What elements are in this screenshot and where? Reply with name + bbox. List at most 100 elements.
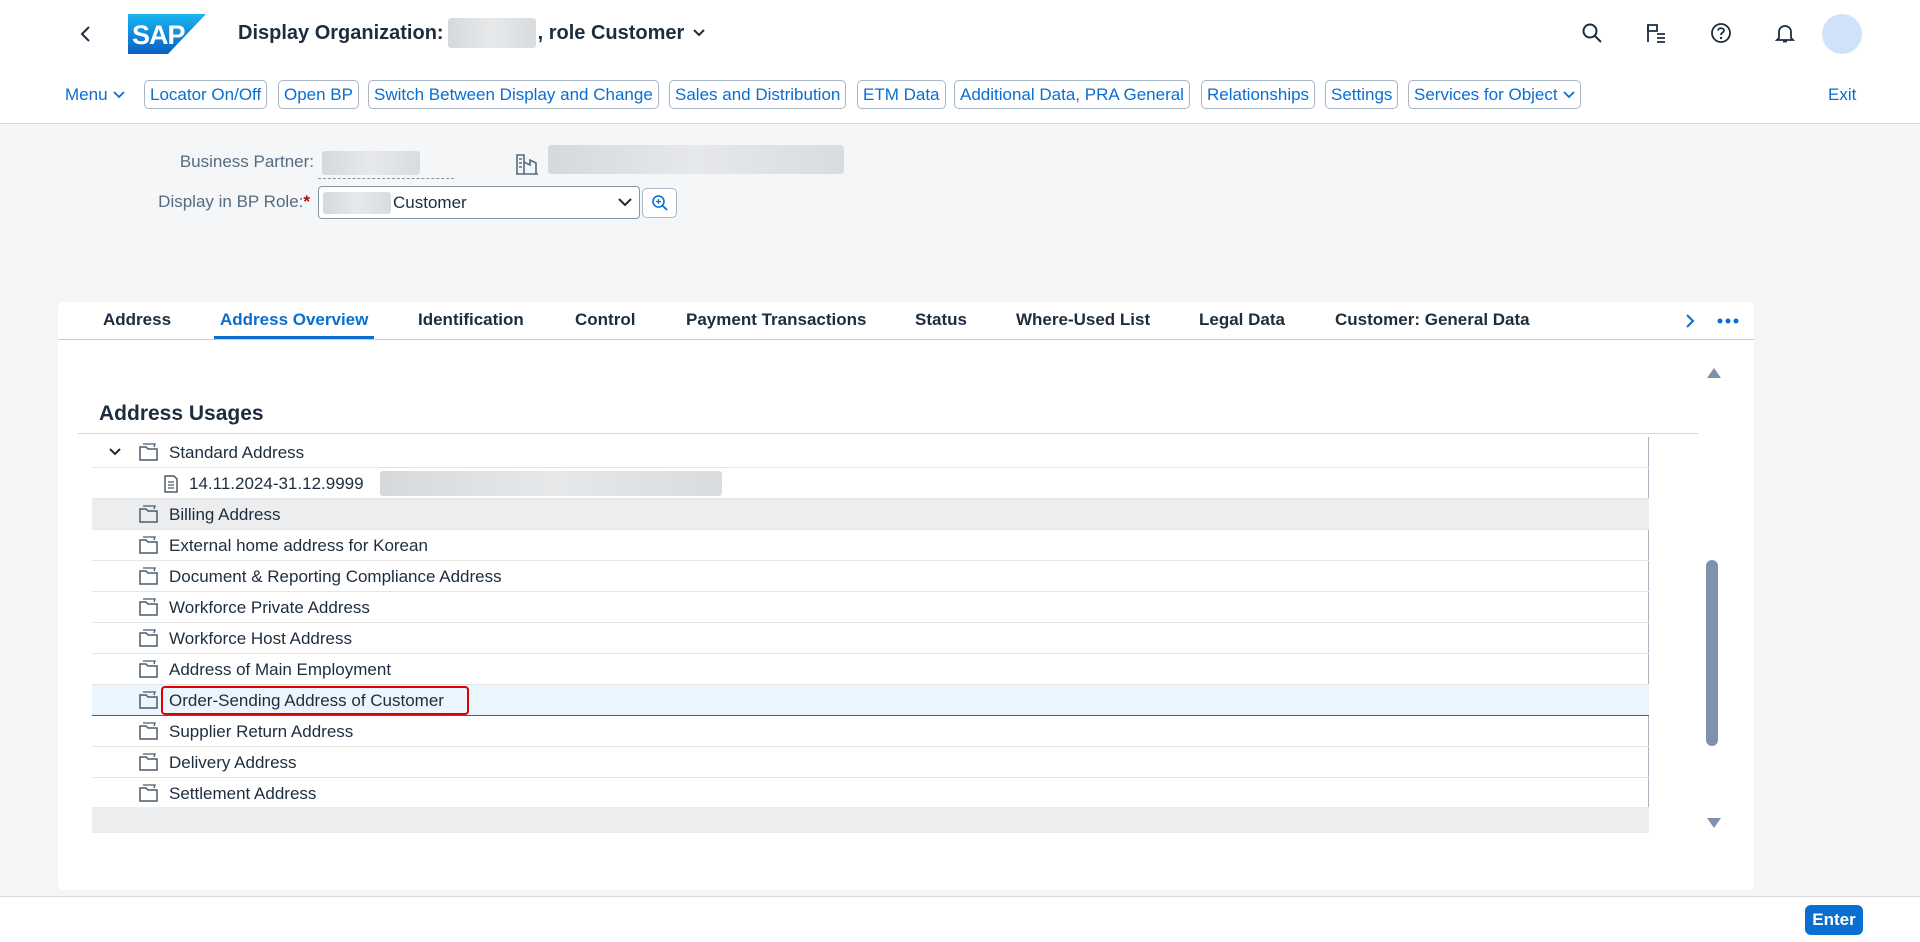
user-avatar[interactable] xyxy=(1822,14,1862,54)
page-title[interactable]: Display Organization: , role Customer xyxy=(238,18,706,48)
switch-display-change-button[interactable]: Switch Between Display and Change xyxy=(368,80,659,109)
tree-row-main-employment-address[interactable]: Address of Main Employment xyxy=(92,654,1649,685)
enter-button[interactable]: Enter xyxy=(1805,905,1863,935)
tree-row-label: Workforce Private Address xyxy=(169,598,370,617)
tree-row-validity: 14.11.2024-31.12.9999 xyxy=(189,474,364,493)
business-partner-field[interactable] xyxy=(318,149,454,179)
folder-open-icon xyxy=(139,598,158,616)
services-for-object-button[interactable]: Services for Object xyxy=(1408,80,1581,109)
sap-logo[interactable]: SAP xyxy=(128,14,206,54)
chevron-right-icon xyxy=(1686,314,1695,328)
sales-distribution-button[interactable]: Sales and Distribution xyxy=(669,80,847,109)
tab-payment-transactions[interactable]: Payment Transactions xyxy=(686,310,866,330)
folder-open-icon xyxy=(139,753,158,771)
tree-row-order-sending-address[interactable]: Order-Sending Address of Customer xyxy=(92,685,1649,716)
tree-row-label: External home address for Korean xyxy=(169,536,428,555)
tree-row-label: Document & Reporting Compliance Address xyxy=(169,567,502,586)
settings-button[interactable]: Settings xyxy=(1325,80,1399,109)
services-label: Services for Object xyxy=(1414,84,1558,104)
exit-button[interactable]: Exit xyxy=(1823,80,1861,109)
tab-address-overview[interactable]: Address Overview xyxy=(220,310,368,330)
additional-data-button[interactable]: Additional Data, PRA General xyxy=(954,80,1190,109)
help-button[interactable] xyxy=(1706,18,1736,48)
etm-data-button[interactable]: ETM Data xyxy=(857,80,946,109)
redacted-bp-number xyxy=(447,18,536,48)
flag-list-icon xyxy=(1647,24,1665,43)
bp-role-label: Display in BP Role:* xyxy=(158,192,310,212)
folder-open-icon xyxy=(139,784,158,802)
more-icon xyxy=(1717,318,1739,324)
business-partner-label: Business Partner: xyxy=(179,152,314,171)
tree-row-external-home-address[interactable]: External home address for Korean xyxy=(92,530,1649,561)
chevron-down-icon xyxy=(109,448,121,456)
tab-status[interactable]: Status xyxy=(915,310,967,330)
tab-bar: Address Address Overview Identification … xyxy=(58,302,1754,340)
chevron-down-icon xyxy=(1562,90,1575,99)
tree-row-label: Billing Address xyxy=(169,505,281,524)
folder-open-icon xyxy=(139,505,158,523)
open-bp-button[interactable]: Open BP xyxy=(278,80,359,109)
tab-where-used-list[interactable]: Where-Used List xyxy=(1016,310,1150,330)
role-search-button[interactable] xyxy=(642,188,677,218)
tree-row-label: Standard Address xyxy=(169,443,305,462)
tree-row-workforce-host-address[interactable]: Workforce Host Address xyxy=(92,623,1649,654)
tree-row-label: Workforce Host Address xyxy=(169,629,352,648)
footer-bar: Enter xyxy=(0,896,1920,942)
redacted-bp-number xyxy=(322,151,420,175)
menu-button[interactable]: Menu xyxy=(60,80,130,109)
tree-row-address-version[interactable]: 14.11.2024-31.12.9999 xyxy=(92,468,1649,499)
tree-row-settlement-address[interactable]: Settlement Address xyxy=(92,778,1649,809)
back-button[interactable] xyxy=(72,20,100,48)
tree-row-delivery-address[interactable]: Delivery Address xyxy=(92,747,1649,778)
tab-address[interactable]: Address xyxy=(103,310,171,330)
bp-role-select[interactable]: Customer xyxy=(318,186,640,219)
required-marker: * xyxy=(303,192,310,211)
tab-control[interactable]: Control xyxy=(575,310,635,330)
tab-customer-general-data[interactable]: Customer: General Data xyxy=(1335,310,1530,330)
folder-open-icon xyxy=(139,536,158,554)
tree-row-label: Settlement Address xyxy=(169,784,317,803)
search-icon xyxy=(1582,23,1602,43)
organization-icon xyxy=(516,154,538,175)
tabs-overflow-button[interactable] xyxy=(1714,311,1742,331)
address-usages-tree: Standard Address 14.11.2024-31.12.9999 B… xyxy=(92,437,1649,833)
title-prefix: Display Organization: xyxy=(238,21,444,44)
zoom-search-icon xyxy=(651,195,668,211)
tree-row-compliance-address[interactable]: Document & Reporting Compliance Address xyxy=(92,561,1649,592)
tree-row-billing-address[interactable]: Billing Address xyxy=(92,499,1649,530)
back-icon xyxy=(80,26,90,42)
bp-role-label-text: Display in BP Role: xyxy=(158,192,304,211)
search-button[interactable] xyxy=(1577,18,1607,48)
chevron-down-icon xyxy=(112,90,125,99)
scroll-down-icon[interactable] xyxy=(1705,816,1723,830)
flag-list-button[interactable] xyxy=(1641,18,1671,48)
section-title: Address Usages xyxy=(99,402,264,425)
tree-row-standard-address[interactable]: Standard Address xyxy=(92,437,1649,468)
tree-row-supplier-return-address[interactable]: Supplier Return Address xyxy=(92,716,1649,747)
scroll-up-icon[interactable] xyxy=(1705,366,1723,380)
collapse-toggle[interactable] xyxy=(106,443,124,461)
notifications-button[interactable] xyxy=(1770,18,1800,48)
tree-row-label: Address of Main Employment xyxy=(169,660,392,679)
section-divider xyxy=(78,433,1698,434)
redacted-address xyxy=(380,471,722,496)
tab-legal-data[interactable]: Legal Data xyxy=(1199,310,1285,330)
content-card: Address Address Overview Identification … xyxy=(58,302,1754,890)
folder-open-icon xyxy=(139,443,158,461)
folder-open-icon xyxy=(139,722,158,740)
vertical-scrollbar[interactable] xyxy=(1706,560,1718,746)
tab-identification[interactable]: Identification xyxy=(418,310,524,330)
tabs-scroll-right-button[interactable] xyxy=(1680,311,1700,331)
bp-role-value: Customer xyxy=(393,192,467,212)
folder-open-icon xyxy=(139,629,158,647)
tree-row-workforce-private-address[interactable]: Workforce Private Address xyxy=(92,592,1649,623)
svg-text:SAP: SAP xyxy=(132,20,186,50)
active-tab-indicator xyxy=(214,336,374,339)
locator-toggle-button[interactable]: Locator On/Off xyxy=(144,80,268,109)
tree-row-label: Delivery Address xyxy=(169,753,297,772)
document-icon xyxy=(164,475,178,493)
shell-header: SAP Display Organization: , role Custome… xyxy=(0,0,1920,66)
redacted-bp-name xyxy=(548,145,844,174)
menu-label: Menu xyxy=(65,84,108,104)
relationships-button[interactable]: Relationships xyxy=(1201,80,1316,109)
